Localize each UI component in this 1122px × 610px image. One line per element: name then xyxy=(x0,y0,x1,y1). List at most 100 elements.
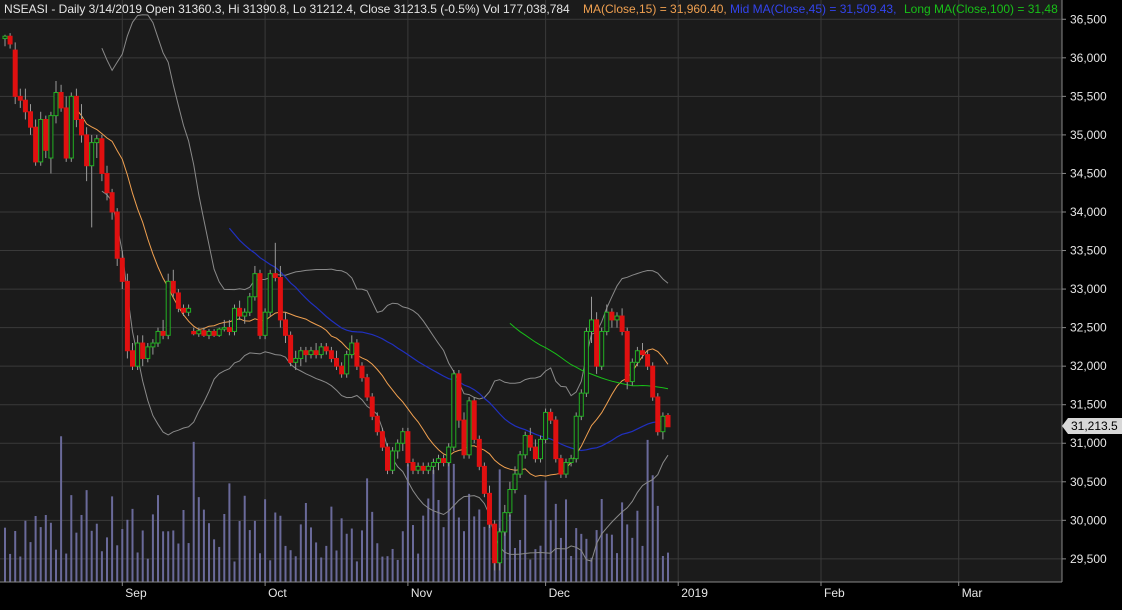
candle-body xyxy=(522,435,528,456)
candle-body xyxy=(390,450,396,471)
candle xyxy=(583,327,589,397)
candle xyxy=(114,208,120,266)
candle xyxy=(471,396,477,444)
candle-body xyxy=(196,330,202,335)
last-price-tag: 31,213.5 xyxy=(1062,418,1122,434)
candle-body xyxy=(2,35,8,40)
y-tick-label: 33,500 xyxy=(1070,244,1107,258)
candle-body xyxy=(395,442,401,452)
candle-body xyxy=(84,134,90,167)
candle-body xyxy=(201,330,207,336)
candle-body xyxy=(89,142,95,167)
candle xyxy=(558,454,564,478)
candle-body xyxy=(155,330,161,344)
candle xyxy=(344,350,350,378)
candle-body xyxy=(339,365,345,375)
candle-body xyxy=(221,327,227,330)
candle-body xyxy=(191,330,197,335)
candle-body xyxy=(420,465,426,471)
candle-body xyxy=(328,350,334,359)
candle-body xyxy=(578,392,584,417)
candle-body xyxy=(369,396,375,417)
last-price-label: 31,213.5 xyxy=(1071,419,1118,433)
candle-body xyxy=(242,311,248,317)
candle-body xyxy=(624,330,630,383)
y-tick-label: 34,500 xyxy=(1070,166,1107,180)
candle xyxy=(451,370,457,451)
candle-body xyxy=(594,319,600,367)
candle-body xyxy=(63,107,69,159)
candle-body xyxy=(247,296,253,313)
candle-body xyxy=(441,458,447,464)
candle-body xyxy=(609,311,615,321)
candle-body xyxy=(232,307,237,332)
candle-body xyxy=(33,126,39,163)
candle-body xyxy=(262,311,268,336)
candle-body xyxy=(502,512,508,533)
candle-body xyxy=(53,92,59,117)
candle-body xyxy=(140,342,146,359)
chart-root: 29,500 30,000 30,500 31,000 31,500 32,000 32,5… xyxy=(0,0,1122,610)
candle-body xyxy=(68,95,74,159)
candle-body xyxy=(334,357,339,367)
candle-body xyxy=(277,277,283,321)
candle-body xyxy=(175,292,181,309)
candle-body xyxy=(313,350,319,356)
candle xyxy=(553,416,559,463)
candle-body xyxy=(650,365,656,398)
candle xyxy=(364,373,370,401)
candle-body xyxy=(73,95,79,120)
candle-body xyxy=(206,330,212,336)
candle-body xyxy=(298,350,304,359)
x-tick-label: Sep xyxy=(125,586,147,600)
candle xyxy=(599,327,605,371)
candle-body xyxy=(216,328,222,336)
candle-body xyxy=(573,415,579,460)
candle xyxy=(267,269,273,317)
y-tick-label: 34,000 xyxy=(1070,205,1107,219)
candle xyxy=(38,111,44,166)
candle xyxy=(624,327,630,390)
candle-body xyxy=(507,488,513,514)
candle xyxy=(216,327,222,337)
candle-body xyxy=(379,431,385,448)
x-tick-label: Nov xyxy=(411,586,432,600)
candle-body xyxy=(629,361,635,383)
candle-body xyxy=(252,273,258,298)
candle-body xyxy=(619,315,625,332)
candle-body xyxy=(124,280,130,352)
candle xyxy=(247,292,253,317)
candle-body xyxy=(604,311,610,332)
candle-body xyxy=(145,346,151,359)
candle-body xyxy=(288,334,294,363)
candle-body xyxy=(186,307,192,313)
candle xyxy=(12,42,18,105)
candle-body xyxy=(655,396,661,433)
candle xyxy=(578,389,584,421)
y-tick-label: 31,000 xyxy=(1070,436,1107,450)
candle-body xyxy=(405,431,411,464)
y-tick-label: 33,000 xyxy=(1070,282,1107,296)
y-tick-label: 30,000 xyxy=(1070,513,1107,527)
candle-body xyxy=(28,111,33,128)
candle-body xyxy=(170,280,176,294)
x-tick-label: Feb xyxy=(824,586,845,600)
candle-body xyxy=(436,458,441,464)
candle xyxy=(288,331,294,367)
candle-body xyxy=(237,307,243,317)
candle-body xyxy=(471,400,477,440)
candle xyxy=(379,427,385,451)
candle-body xyxy=(226,327,232,332)
candle xyxy=(354,339,360,371)
candle-body xyxy=(400,431,406,444)
candle xyxy=(481,462,487,498)
candle-body xyxy=(466,400,472,456)
candle-body xyxy=(563,462,569,475)
plot-panel xyxy=(0,0,1062,582)
candle xyxy=(594,312,600,374)
candle xyxy=(650,362,656,401)
candle xyxy=(405,427,411,467)
candle xyxy=(262,308,268,340)
candle-body xyxy=(532,446,538,460)
header-ma45: Mid MA(Close,45) = 31,509.43, xyxy=(730,2,896,16)
